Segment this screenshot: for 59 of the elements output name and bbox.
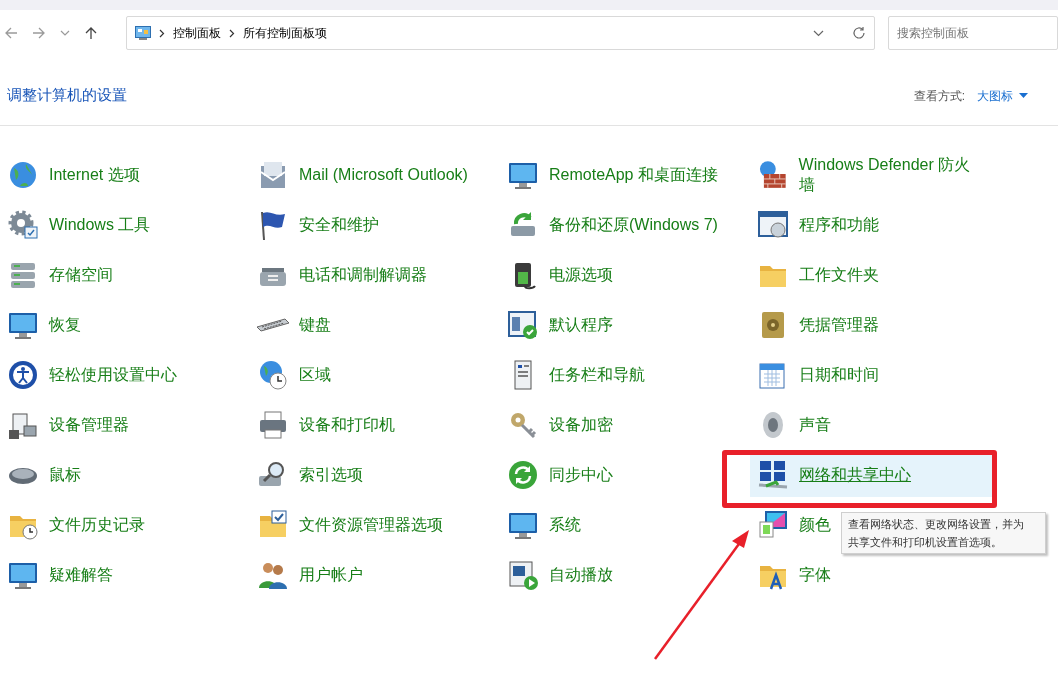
control-panel-item[interactable]: 用户帐户 bbox=[250, 553, 492, 597]
control-panel-item[interactable]: 同步中心 bbox=[500, 453, 742, 497]
refresh-icon[interactable] bbox=[852, 26, 866, 40]
control-panel-item[interactable]: 任务栏和导航 bbox=[500, 353, 742, 397]
accessibility-icon bbox=[6, 358, 40, 392]
control-panel-item[interactable]: Internet 选项 bbox=[0, 153, 242, 197]
control-panel-item[interactable]: 电源选项 bbox=[500, 253, 742, 297]
control-panel-item[interactable]: 设备和打印机 bbox=[250, 403, 492, 447]
chevron-right-icon bbox=[228, 28, 235, 38]
control-panel-item[interactable]: 程序和功能 bbox=[750, 203, 992, 247]
up-icon[interactable] bbox=[84, 26, 98, 40]
control-panel-item[interactable]: 设备管理器 bbox=[0, 403, 242, 447]
breadcrumb-item[interactable]: 控制面板 bbox=[172, 24, 221, 42]
control-panel-item[interactable]: 鼠标 bbox=[0, 453, 242, 497]
control-panel-item[interactable]: 声音 bbox=[750, 403, 992, 447]
keyboard-icon bbox=[256, 318, 290, 332]
control-panel-item[interactable]: 轻松使用设置中心 bbox=[0, 353, 242, 397]
control-panel-item[interactable]: 网络和共享中心 bbox=[750, 453, 992, 497]
back-icon[interactable] bbox=[4, 26, 18, 40]
control-panel-item[interactable]: Windows 工具 bbox=[0, 203, 242, 247]
chevron-down-icon[interactable] bbox=[60, 29, 70, 37]
control-panel-item[interactable]: 设备加密 bbox=[500, 403, 742, 447]
view-mode-dropdown[interactable]: 大图标 bbox=[977, 86, 1028, 105]
breadcrumb-item[interactable]: 所有控制面板项 bbox=[242, 24, 327, 42]
control-panel-item[interactable]: 存储空间 bbox=[0, 253, 242, 297]
control-panel-item[interactable]: 恢复 bbox=[0, 303, 242, 347]
gear-icon bbox=[6, 208, 40, 242]
control-panel-item[interactable]: 工作文件夹 bbox=[750, 253, 992, 297]
control-panel-item[interactable]: 键盘 bbox=[250, 303, 492, 347]
control-panel-item[interactable]: 文件历史记录 bbox=[0, 503, 242, 547]
control-panel-item[interactable]: Mail (Microsoft Outlook) bbox=[250, 153, 492, 197]
control-panel-item[interactable]: 系统 bbox=[500, 503, 742, 547]
control-panel-item[interactable]: 备份和还原(Windows 7) bbox=[500, 203, 742, 247]
control-panel-icon bbox=[134, 26, 151, 40]
control-panel-item[interactable]: 文件资源管理器选项 bbox=[250, 503, 492, 547]
caret-icon bbox=[1019, 93, 1028, 98]
control-panel-item[interactable]: 疑难解答 bbox=[0, 553, 242, 597]
forward-icon[interactable] bbox=[32, 26, 46, 40]
search-field[interactable]: 搜索控制面板 bbox=[888, 16, 1058, 50]
window-check-icon bbox=[506, 308, 540, 342]
control-panel-item[interactable]: 安全和维护 bbox=[250, 203, 492, 247]
control-panel-item[interactable]: 索引选项 bbox=[250, 453, 492, 497]
autoplay-icon bbox=[506, 558, 540, 592]
control-panel-item[interactable]: 区域 bbox=[250, 353, 492, 397]
view-by-label: 查看方式: bbox=[913, 87, 965, 105]
control-panel-item[interactable]: 默认程序 bbox=[500, 303, 742, 347]
control-panel-item[interactable]: 字体 bbox=[750, 553, 992, 597]
control-panel-item[interactable]: RemoteApp 和桌面连接 bbox=[500, 153, 742, 197]
sync-icon bbox=[506, 458, 540, 492]
address-bar[interactable]: 控制面板 所有控制面板项 bbox=[125, 16, 875, 50]
control-panel-item[interactable]: 电话和调制解调器 bbox=[250, 253, 492, 297]
control-panel-item[interactable]: 日期和时间 bbox=[750, 353, 992, 397]
page-heading: 调整计算机的设置 bbox=[7, 85, 127, 106]
control-panel-item[interactable]: Windows Defender 防火墙 bbox=[750, 153, 992, 197]
chevron-right-icon bbox=[158, 28, 165, 38]
control-panel-item[interactable]: 自动播放 bbox=[500, 553, 742, 597]
chevron-down-icon[interactable] bbox=[813, 29, 824, 37]
control-panel-item[interactable]: 凭据管理器 bbox=[750, 303, 992, 347]
tooltip: 查看网络状态、更改网络设置，并为 共享文件和打印机设置首选项。 bbox=[841, 512, 1046, 554]
